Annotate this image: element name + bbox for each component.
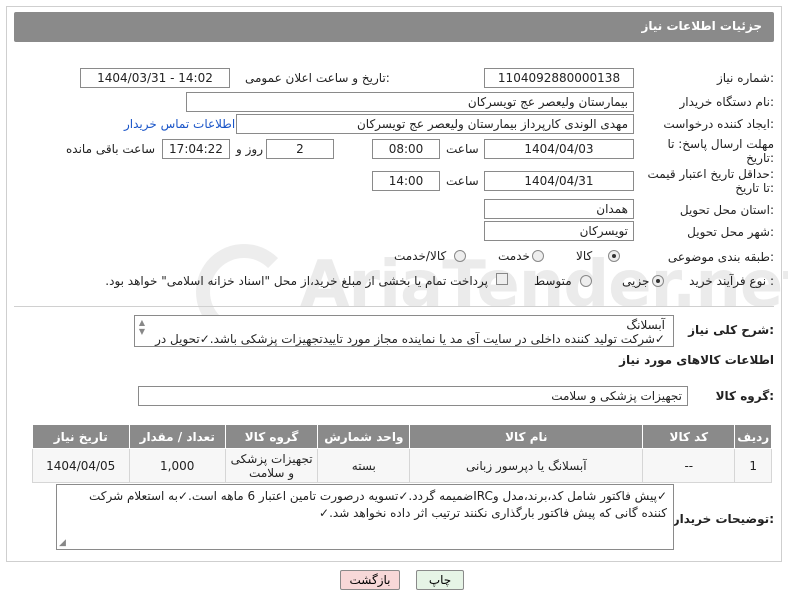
reply-deadline-date-field: 1404/04/03	[484, 139, 634, 159]
category-label: طبقه بندی موضوعی:	[667, 250, 774, 264]
purchase-process-label: نوع فرآیند خرید :	[689, 274, 774, 288]
category-radio-goods-service[interactable]	[454, 250, 466, 262]
delivery-city-label: شهر محل تحویل:	[687, 225, 774, 239]
treasury-payment-checkbox[interactable]	[496, 273, 508, 285]
goods-table: ردیف کد کالا نام کالا واحد شمارش گروه کا…	[32, 424, 772, 483]
goods-info-title: اطلاعات کالاهای مورد نیاز	[619, 353, 774, 367]
reply-deadline-time-field: 08:00	[372, 139, 440, 159]
col-goods-code: کد کالا	[642, 424, 736, 449]
cell-goods-group: تجهیزات پزشکی و سلامت	[224, 448, 319, 483]
col-unit: واحد شمارش	[317, 424, 411, 449]
col-quantity: تعداد / مقدار	[128, 424, 226, 449]
price-validity-label-line1: حداقل تاریخ اعتبار قیمت:	[647, 167, 774, 181]
price-validity-time-label: ساعت	[446, 174, 479, 188]
table-row: 1 -- آبسلانگ یا دپرسور زبانی بسته تجهیزا…	[32, 448, 772, 483]
process-option-minor: جزیی	[622, 274, 650, 288]
page-title: جزئیات اطلاعات نیاز	[641, 19, 762, 33]
delivery-city-field: تویسرکان	[484, 221, 634, 241]
category-radio-goods[interactable]	[608, 250, 620, 262]
description-textarea[interactable]: آبسلانگ ✓شرکت تولید کننده داخلی در سایت …	[134, 315, 674, 347]
scroll-updown-icon[interactable]: ▲ ▼	[137, 318, 147, 344]
price-validity-time-field: 14:00	[372, 171, 440, 191]
reply-deadline-label-line2: تاریخ:	[746, 151, 774, 165]
process-radio-minor[interactable]	[652, 275, 664, 287]
cell-goods-code: --	[642, 448, 736, 483]
price-validity-label-line2: تا تاریخ:	[735, 181, 774, 195]
resize-handle-icon[interactable]: ◢	[59, 538, 66, 548]
buyer-contact-link[interactable]: اطلاعات تماس خریدار	[124, 117, 235, 131]
description-line-2: ✓شرکت تولید کننده داخلی در سایت آی مد یا…	[155, 332, 665, 346]
remaining-time-label: ساعت باقی مانده	[66, 142, 156, 156]
need-number-field: 1104092880000138	[484, 68, 634, 88]
table-header-row: ردیف کد کالا نام کالا واحد شمارش گروه کا…	[32, 424, 772, 449]
announce-datetime-label: تاریخ و ساعت اعلان عمومی:	[245, 71, 390, 85]
header-bar: جزئیات اطلاعات نیاز	[14, 12, 774, 42]
back-button[interactable]: بازگشت	[340, 570, 400, 590]
price-validity-date-field: 1404/04/31	[484, 171, 634, 191]
buyer-notes-textarea[interactable]: ✓پیش فاکتور شامل کد،برند،مدل وIRCضمیمه گ…	[56, 484, 674, 550]
print-button[interactable]: چاپ	[416, 570, 464, 590]
goods-group-label: گروه کالا:	[715, 389, 774, 403]
need-number-label: شماره نیاز:	[716, 71, 774, 85]
buyer-notes-label: توضیحات خریدار:	[672, 512, 774, 526]
days-label: روز و	[236, 142, 263, 156]
col-need-date: تاریخ نیاز	[32, 424, 130, 449]
description-line-1: آبسلانگ	[626, 318, 665, 332]
goods-group-field: تجهیزات پزشکی و سلامت	[138, 386, 688, 406]
process-option-medium: متوسط	[534, 274, 572, 288]
delivery-province-label: استان محل تحویل:	[679, 203, 774, 217]
reply-deadline-label-line1: مهلت ارسال پاسخ: تا	[667, 137, 774, 151]
announce-datetime-field: 1404/03/31 - 14:02	[80, 68, 230, 88]
reply-deadline-time-label: ساعت	[446, 142, 479, 156]
cell-goods-name: آبسلانگ یا دپرسور زبانی	[409, 448, 644, 483]
process-radio-medium[interactable]	[580, 275, 592, 287]
cell-need-date: 1404/04/05	[32, 448, 130, 483]
category-option-service: خدمت	[498, 249, 530, 263]
col-row-number: ردیف	[734, 424, 772, 449]
remaining-time-field: 17:04:22	[162, 139, 230, 159]
buyer-org-field: بیمارستان ولیعصر عج تویسرکان	[186, 92, 634, 112]
buyer-org-label: نام دستگاه خریدار:	[679, 95, 775, 109]
category-option-goods: کالا	[576, 249, 593, 263]
requester-field: مهدی الوندی کارپرداز بیمارستان ولیعصر عج…	[236, 114, 634, 134]
section-divider	[14, 306, 774, 307]
description-label: شرح کلی نیاز:	[688, 323, 774, 337]
category-radio-service[interactable]	[532, 250, 544, 262]
requester-label: ایجاد کننده درخواست:	[663, 117, 774, 131]
category-option-goods-service: کالا/خدمت	[394, 249, 447, 263]
cell-quantity: 1,000	[128, 448, 226, 483]
col-goods-name: نام کالا	[409, 424, 644, 449]
treasury-payment-note: پرداخت تمام یا بخشی از مبلغ خرید،از محل …	[105, 274, 488, 288]
remaining-days-field: 2	[266, 139, 334, 159]
buyer-notes-text: ✓پیش فاکتور شامل کد،برند،مدل وIRCضمیمه گ…	[88, 489, 667, 520]
cell-row-number: 1	[734, 448, 772, 483]
delivery-province-field: همدان	[484, 199, 634, 219]
col-goods-group: گروه کالا	[224, 424, 319, 449]
cell-unit: بسته	[317, 448, 411, 483]
